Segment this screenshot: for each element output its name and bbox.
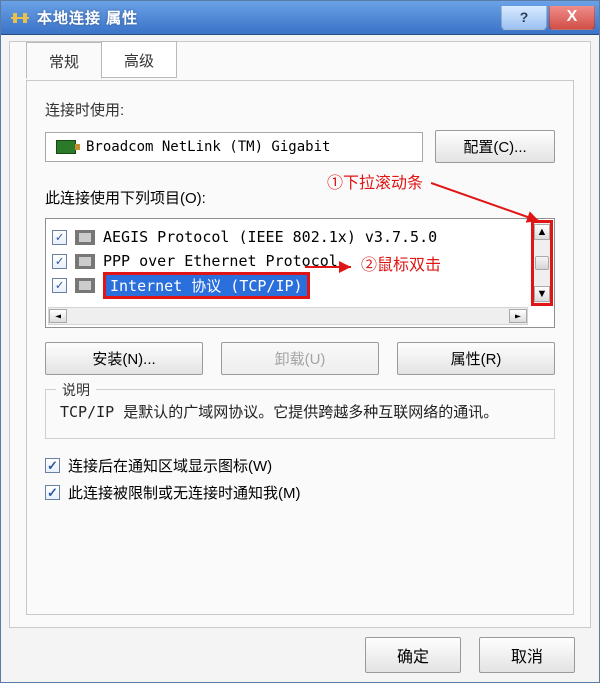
description-text: TCP/IP 是默认的广域网协议。它提供跨越多种互联网络的通讯。 [60, 400, 540, 424]
scroll-thumb[interactable] [535, 256, 549, 270]
option-notify-label: 此连接被限制或无连接时通知我(M) [68, 482, 301, 503]
description-legend: 说明 [56, 380, 96, 400]
cancel-button[interactable]: 取消 [479, 637, 575, 673]
dialog-window: 本地连接 属性 ? X 常规 高级 连接时使用: Broadcom NetLin… [0, 0, 600, 683]
properties-button-label: 属性(R) [451, 351, 502, 368]
scroll-down-icon[interactable]: ▼ [534, 286, 550, 302]
scroll-left-icon[interactable]: ◄ [49, 309, 67, 323]
checkbox-icon[interactable] [52, 230, 67, 245]
dialog-body: 常规 高级 连接时使用: Broadcom NetLink (TM) Gigab… [9, 41, 591, 628]
app-icon [11, 11, 29, 25]
vertical-scrollbar[interactable]: ▲ ▼ [531, 220, 553, 306]
protocol-icon [75, 230, 95, 245]
description-group: 说明 TCP/IP 是默认的广域网协议。它提供跨越多种互联网络的通讯。 [45, 389, 555, 439]
option-show-icon-label: 连接后在通知区域显示图标(W) [68, 455, 272, 476]
checkbox-icon[interactable] [45, 458, 60, 473]
adapter-row: Broadcom NetLink (TM) Gigabit 配置(C)... [45, 130, 555, 163]
list-item-label: Internet 协议 (TCP/IP) [103, 272, 310, 299]
dialog-footer: 确定 取消 [1, 628, 599, 682]
connect-using-label: 连接时使用: [45, 99, 555, 120]
help-button[interactable]: ? [501, 6, 547, 30]
items-label: 此连接使用下列项目(O): [45, 187, 555, 208]
uninstall-button-label: 卸载(U) [275, 351, 326, 368]
option-notify-row[interactable]: 此连接被限制或无连接时通知我(M) [45, 482, 555, 503]
protocol-icon [75, 254, 95, 269]
list-item-label: AEGIS Protocol (IEEE 802.1x) v3.7.5.0 [103, 228, 437, 246]
window-buttons: ? X [499, 6, 595, 30]
checkbox-icon[interactable] [52, 254, 67, 269]
option-show-icon-row[interactable]: 连接后在通知区域显示图标(W) [45, 455, 555, 476]
list-item-selected[interactable]: Internet 协议 (TCP/IP) [50, 273, 550, 297]
tab-general[interactable]: 常规 [26, 42, 102, 79]
scroll-right-icon[interactable]: ► [509, 309, 527, 323]
items-listbox[interactable]: AEGIS Protocol (IEEE 802.1x) v3.7.5.0 PP… [45, 218, 555, 328]
adapter-box: Broadcom NetLink (TM) Gigabit [45, 132, 423, 162]
uninstall-button: 卸载(U) [221, 342, 379, 375]
checkbox-icon[interactable] [45, 485, 60, 500]
ok-button-label: 确定 [397, 649, 429, 666]
tab-strip: 常规 高级 [26, 41, 177, 78]
titlebar: 本地连接 属性 ? X [1, 1, 599, 35]
install-button[interactable]: 安装(N)... [45, 342, 203, 375]
list-item-label: PPP over Ethernet Protocol [103, 252, 338, 270]
adapter-name: Broadcom NetLink (TM) Gigabit [86, 139, 330, 155]
checkbox-icon[interactable] [52, 278, 67, 293]
close-button[interactable]: X [549, 6, 595, 30]
configure-button-label: 配置(C)... [463, 139, 526, 156]
ok-button[interactable]: 确定 [365, 637, 461, 673]
properties-button[interactable]: 属性(R) [397, 342, 555, 375]
horizontal-scrollbar[interactable]: ◄ ► [48, 307, 528, 325]
tab-advanced[interactable]: 高级 [101, 41, 177, 78]
window-title: 本地连接 属性 [37, 7, 138, 28]
list-item[interactable]: AEGIS Protocol (IEEE 802.1x) v3.7.5.0 [50, 225, 550, 249]
install-button-label: 安装(N)... [92, 351, 155, 368]
cancel-button-label: 取消 [511, 649, 543, 666]
network-card-icon [56, 140, 76, 154]
items-label-text: 此连接使用下列项目(O): [45, 190, 206, 207]
items-list-wrap: AEGIS Protocol (IEEE 802.1x) v3.7.5.0 PP… [45, 218, 555, 328]
item-buttons-row: 安装(N)... 卸载(U) 属性(R) [45, 342, 555, 375]
tab-panel-general: 连接时使用: Broadcom NetLink (TM) Gigabit 配置(… [26, 80, 574, 615]
protocol-icon [75, 278, 95, 293]
list-item[interactable]: PPP over Ethernet Protocol [50, 249, 550, 273]
configure-button[interactable]: 配置(C)... [435, 130, 555, 163]
scroll-up-icon[interactable]: ▲ [534, 224, 550, 240]
